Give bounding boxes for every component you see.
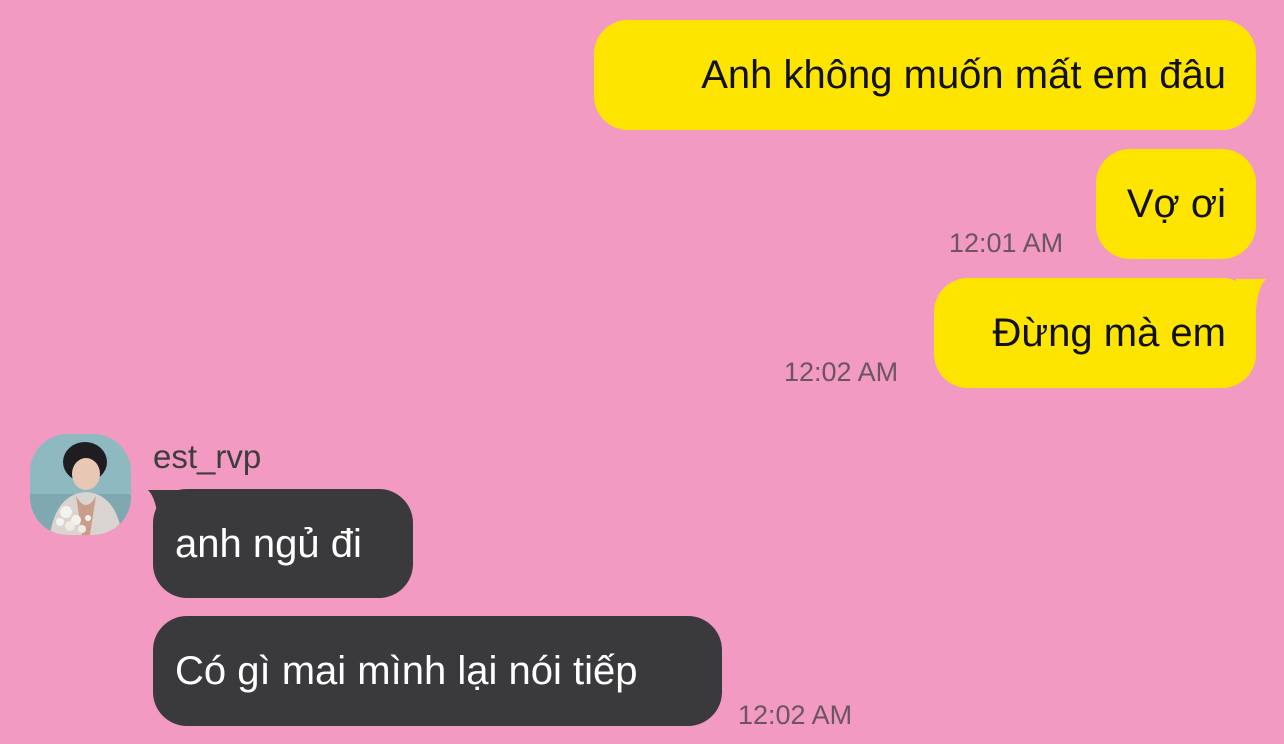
avatar-image bbox=[30, 434, 131, 535]
outgoing-message-bubble[interactable]: Anh không muốn mất em đâu bbox=[594, 20, 1256, 130]
chat-thread[interactable]: Anh không muốn mất em đâu 12:01 AM Vợ ơi… bbox=[0, 0, 1284, 744]
sender-name[interactable]: est_rvp bbox=[153, 440, 261, 473]
incoming-message-bubble[interactable]: anh ngủ đi bbox=[153, 489, 413, 598]
message-timestamp: 12:01 AM bbox=[949, 228, 1064, 258]
avatar[interactable] bbox=[30, 434, 131, 535]
message-timestamp: 12:02 AM bbox=[738, 700, 853, 730]
outgoing-bubble-tail bbox=[1236, 279, 1266, 309]
incoming-message-bubble[interactable]: Có gì mai mình lại nói tiếp bbox=[153, 616, 722, 726]
outgoing-message-bubble[interactable]: Đừng mà em bbox=[934, 278, 1256, 388]
outgoing-message-bubble[interactable]: Vợ ơi bbox=[1096, 149, 1256, 259]
message-text: Có gì mai mình lại nói tiếp bbox=[175, 649, 638, 693]
message-text: Anh không muốn mất em đâu bbox=[701, 53, 1226, 97]
message-timestamp: 12:02 AM bbox=[784, 357, 899, 387]
message-text: anh ngủ đi bbox=[175, 521, 362, 566]
message-text: Đừng mà em bbox=[992, 311, 1226, 355]
message-text: Vợ ơi bbox=[1126, 182, 1226, 226]
